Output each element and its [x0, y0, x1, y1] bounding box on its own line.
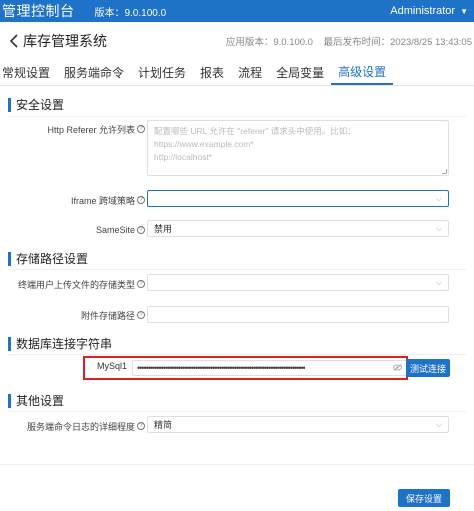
- chevron-down-icon: ⌵: [435, 419, 442, 429]
- samesite-select[interactable]: 禁用 ⌵: [147, 220, 449, 237]
- section-divider: [8, 116, 466, 117]
- chevron-down-icon: ⌵: [435, 193, 442, 203]
- section-divider: [8, 354, 466, 355]
- back-arrow-icon[interactable]: [6, 34, 20, 48]
- tab-server-commands[interactable]: 服务端命令: [57, 60, 131, 85]
- section-title-database: 数据库连接字符串: [8, 337, 112, 351]
- help-icon[interactable]: ?: [137, 125, 145, 133]
- footer-divider: [0, 464, 474, 465]
- upload-type-select[interactable]: ⌵: [147, 274, 449, 291]
- last-published: 最后发布时间：2023/8/25 13:43:05: [323, 37, 472, 48]
- help-icon[interactable]: ?: [137, 226, 145, 234]
- help-icon[interactable]: ?: [137, 196, 145, 204]
- top-bar: 管理控制台 版本：9.0.100.0 Administrator ▼: [0, 0, 474, 22]
- connection-row-highlight: MySql1 •••••••••••••••••••••••••••••••••…: [83, 356, 408, 380]
- referer-label: Http Referer 允许列表?: [8, 123, 145, 135]
- log-level-label: 服务端命令日志的详细程度?: [8, 420, 145, 432]
- chevron-down-icon: ▼: [460, 6, 468, 16]
- connection-string-masked: ••••••••••••••••••••••••••••••••••••••••…: [137, 363, 305, 373]
- tab-workflow[interactable]: 流程: [231, 60, 269, 85]
- referer-placeholder-line-1: 配置哪些 URL 允许在 "referer" 请求头中使用。比如：: [154, 126, 356, 136]
- app-meta: 应用版本：9.0.100.0 最后发布时间：2023/8/25 13:43:05: [226, 34, 474, 48]
- section-divider: [8, 269, 466, 270]
- help-icon[interactable]: ?: [137, 280, 145, 288]
- referer-textarea[interactable]: 配置哪些 URL 允许在 "referer" 请求头中使用。比如： https:…: [147, 120, 449, 176]
- attachment-path-input[interactable]: [147, 306, 449, 323]
- tab-global-variables[interactable]: 全局变量: [269, 60, 331, 85]
- help-icon[interactable]: ?: [137, 422, 145, 430]
- chevron-down-icon: ⌵: [435, 277, 442, 287]
- user-menu[interactable]: Administrator ▼: [390, 5, 474, 17]
- tab-scheduled-tasks[interactable]: 计划任务: [131, 60, 193, 85]
- app-version: 应用版本：9.0.100.0: [225, 37, 313, 48]
- tab-general[interactable]: 常规设置: [0, 60, 57, 85]
- attachment-path-label: 附件存储路径?: [8, 309, 145, 321]
- iframe-policy-select[interactable]: ⌵: [147, 190, 449, 207]
- section-title-storage: 存储路径设置: [8, 252, 88, 266]
- user-name: Administrator: [390, 5, 456, 17]
- console-version: 版本：9.0.100.0: [94, 7, 167, 19]
- referer-placeholder-line-2: https://www.example.com*: [154, 139, 254, 149]
- chevron-down-icon: ⌵: [435, 223, 442, 233]
- connection-name: MySql1: [97, 361, 128, 371]
- app-title: 库存管理系统: [23, 33, 107, 49]
- save-settings-button[interactable]: 保存设置: [398, 489, 450, 507]
- tab-advanced[interactable]: 高级设置: [331, 60, 394, 85]
- app-header: 库存管理系统 应用版本：9.0.100.0 最后发布时间：2023/8/25 1…: [0, 22, 474, 60]
- upload-type-label: 终端用户上传文件的存储类型?: [8, 278, 145, 290]
- section-title-other: 其他设置: [8, 394, 64, 408]
- settings-tabs: 常规设置 服务端命令 计划任务 报表 流程 全局变量 高级设置: [0, 60, 474, 86]
- section-divider: [8, 411, 466, 412]
- referer-placeholder-line-3: http://localhost*: [154, 152, 213, 162]
- section-title-security: 安全设置: [8, 98, 64, 112]
- connection-string-input[interactable]: ••••••••••••••••••••••••••••••••••••••••…: [132, 360, 407, 376]
- log-level-select[interactable]: 精简 ⌵: [147, 416, 449, 433]
- help-icon[interactable]: ?: [137, 311, 145, 319]
- console-title: 管理控制台: [2, 3, 75, 19]
- iframe-label: Iframe 跨域策略?: [8, 194, 145, 206]
- samesite-label: SameSite?: [8, 224, 145, 236]
- test-connection-button[interactable]: 测试连接: [406, 359, 450, 377]
- eye-slash-icon[interactable]: [393, 363, 402, 373]
- tab-reports[interactable]: 报表: [193, 60, 231, 85]
- resize-handle[interactable]: [442, 169, 447, 174]
